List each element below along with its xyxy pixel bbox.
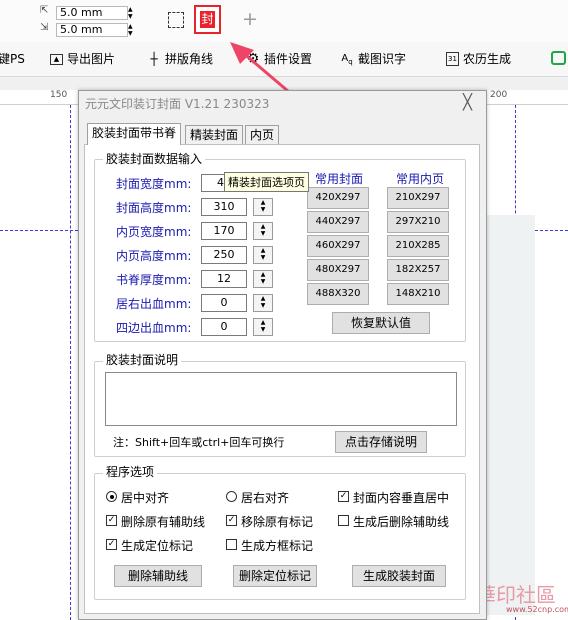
delete-guides-button[interactable]: 删除辅助线 <box>114 565 202 587</box>
option-label: 生成定位标记 <box>121 539 194 553</box>
option-radio[interactable] <box>226 491 237 502</box>
save-description-button[interactable]: 点击存储说明 <box>335 431 427 453</box>
field-label: 内页宽度mm: <box>116 225 192 239</box>
option-checkbox[interactable]: ✓ <box>226 515 237 526</box>
inner-size-button[interactable]: 148X210 <box>387 283 449 305</box>
green-app-icon[interactable] <box>551 51 566 65</box>
offset-x-stepper[interactable]: ▲ ▼ <box>128 6 136 20</box>
field-label: 封面高度mm: <box>116 201 192 215</box>
offset-y-stepper[interactable]: ▲ ▼ <box>128 23 136 37</box>
crop-marks-icon: ┼ <box>150 52 158 66</box>
inner-size-button[interactable]: 210X285 <box>387 235 449 257</box>
inner-size-button[interactable]: 297X210 <box>387 211 449 233</box>
field-input[interactable]: 250 <box>201 246 247 264</box>
field-stepper[interactable]: ▲▼ <box>253 246 273 264</box>
cover-size-button[interactable]: 488X320 <box>307 283 369 305</box>
close-icon[interactable]: ╳ <box>463 93 472 111</box>
inner-size-button[interactable]: 210X297 <box>387 187 449 209</box>
cover-size-button[interactable]: 420X297 <box>307 187 369 209</box>
export-image-button[interactable]: ▲ 导出图片 <box>50 49 115 69</box>
generate-cover-button[interactable]: 生成胶装封面 <box>352 565 446 587</box>
field-label: 居右出血mm: <box>116 297 192 311</box>
option-checkbox[interactable]: ✓ <box>338 491 349 502</box>
option-label: 居右对齐 <box>241 491 290 505</box>
field-label: 四边出血mm: <box>116 321 192 335</box>
calendar-icon: 31 <box>446 52 459 66</box>
guide-line <box>70 105 71 620</box>
add-icon[interactable]: + <box>242 8 258 30</box>
field-label: 书脊厚度mm: <box>116 273 192 287</box>
description-legend: 胶装封面说明 <box>103 353 182 367</box>
option-label: 居中对齐 <box>121 491 170 505</box>
page-shadow <box>485 215 535 615</box>
field-label: 内页高度mm: <box>116 249 192 263</box>
ruler-mark: 150 <box>50 90 68 100</box>
restore-defaults-button[interactable]: 恢复默认值 <box>332 312 430 334</box>
cover-size-button[interactable]: 440X297 <box>307 211 369 233</box>
cover-size-button[interactable]: 480X297 <box>307 259 369 281</box>
tab-inner-pages[interactable]: 内页 <box>245 125 280 144</box>
crop-frame-icon[interactable] <box>168 12 184 28</box>
lunar-calendar-label: 农历生成 <box>463 52 512 66</box>
field-stepper[interactable]: ▲▼ <box>253 318 273 336</box>
option-checkbox[interactable]: ✓ <box>106 539 117 550</box>
option-label: 封面内容垂直居中 <box>353 491 450 505</box>
option-label: 移除原有标记 <box>241 515 314 529</box>
cover-size-button[interactable]: 460X297 <box>307 235 369 257</box>
watermark-url: www.52cnp.com <box>506 605 568 614</box>
watermark-text: 華印社區 <box>476 583 556 607</box>
field-label: 封面宽度mm: <box>116 177 192 191</box>
export-image-label: 导出图片 <box>67 52 116 66</box>
data-input-legend: 胶装封面数据输入 <box>103 152 206 166</box>
offset-x-input[interactable]: 5.0 mm <box>56 6 128 20</box>
option-radio[interactable] <box>106 491 117 502</box>
ocr-button[interactable]: Aq 截图识字 <box>340 49 406 69</box>
ocr-label: 截图识字 <box>358 52 407 66</box>
option-label: 生成方框标记 <box>241 539 314 553</box>
field-stepper[interactable]: ▲▼ <box>253 198 273 216</box>
inner-size-button[interactable]: 182X257 <box>387 259 449 281</box>
field-stepper[interactable]: ▲▼ <box>253 294 273 312</box>
ps-label: 键PS <box>0 52 25 66</box>
offset-x-icon: ⇱ <box>40 5 49 16</box>
image-icon: ▲ <box>50 53 63 65</box>
options-legend: 程序选项 <box>103 465 158 479</box>
common-inner-heading: 常用内页 <box>396 172 445 186</box>
tab-hardcover[interactable]: 精装封面 <box>185 125 244 144</box>
field-input[interactable]: 0 <box>201 318 247 336</box>
field-input[interactable]: 12 <box>201 270 247 288</box>
field-input[interactable]: 0 <box>201 294 247 312</box>
ocr-icon: Aq <box>341 53 353 66</box>
lunar-calendar-button[interactable]: 31 农历生成 <box>446 49 511 69</box>
offset-y-icon: ⇲ <box>40 22 49 33</box>
field-stepper[interactable]: ▲▼ <box>253 222 273 240</box>
ps-button[interactable]: 键PS <box>0 49 25 69</box>
option-label: 删除原有辅助线 <box>121 515 206 529</box>
tooltip: 精装封面选项页 <box>224 172 309 192</box>
ruler-mark: 200 <box>490 90 508 100</box>
option-checkbox[interactable] <box>226 539 237 550</box>
delete-position-marks-button[interactable]: 删除定位标记 <box>233 565 317 587</box>
field-input[interactable]: 310 <box>201 198 247 216</box>
description-textarea[interactable] <box>105 372 457 426</box>
dialog-title: 元元文印装订封面 V1.21 230323 <box>85 97 270 111</box>
description-note: 注：Shift+回车或ctrl+回车可换行 <box>113 436 285 449</box>
field-input[interactable]: 170 <box>201 222 247 240</box>
common-covers-heading: 常用封面 <box>315 172 364 186</box>
option-checkbox[interactable] <box>338 515 349 526</box>
field-stepper[interactable]: ▲▼ <box>253 270 273 288</box>
cover-dialog: 元元文印装订封面 V1.21 230323 ╳ 胶装封面带书脊 精装封面 内页 … <box>78 90 487 620</box>
option-label: 生成后删除辅助线 <box>353 515 450 529</box>
option-checkbox[interactable]: ✓ <box>106 515 117 526</box>
tab-perfect-binding[interactable]: 胶装封面带书脊 <box>87 123 182 145</box>
offset-y-input[interactable]: 5.0 mm <box>56 23 128 37</box>
seal-icon: 封 <box>200 11 215 28</box>
